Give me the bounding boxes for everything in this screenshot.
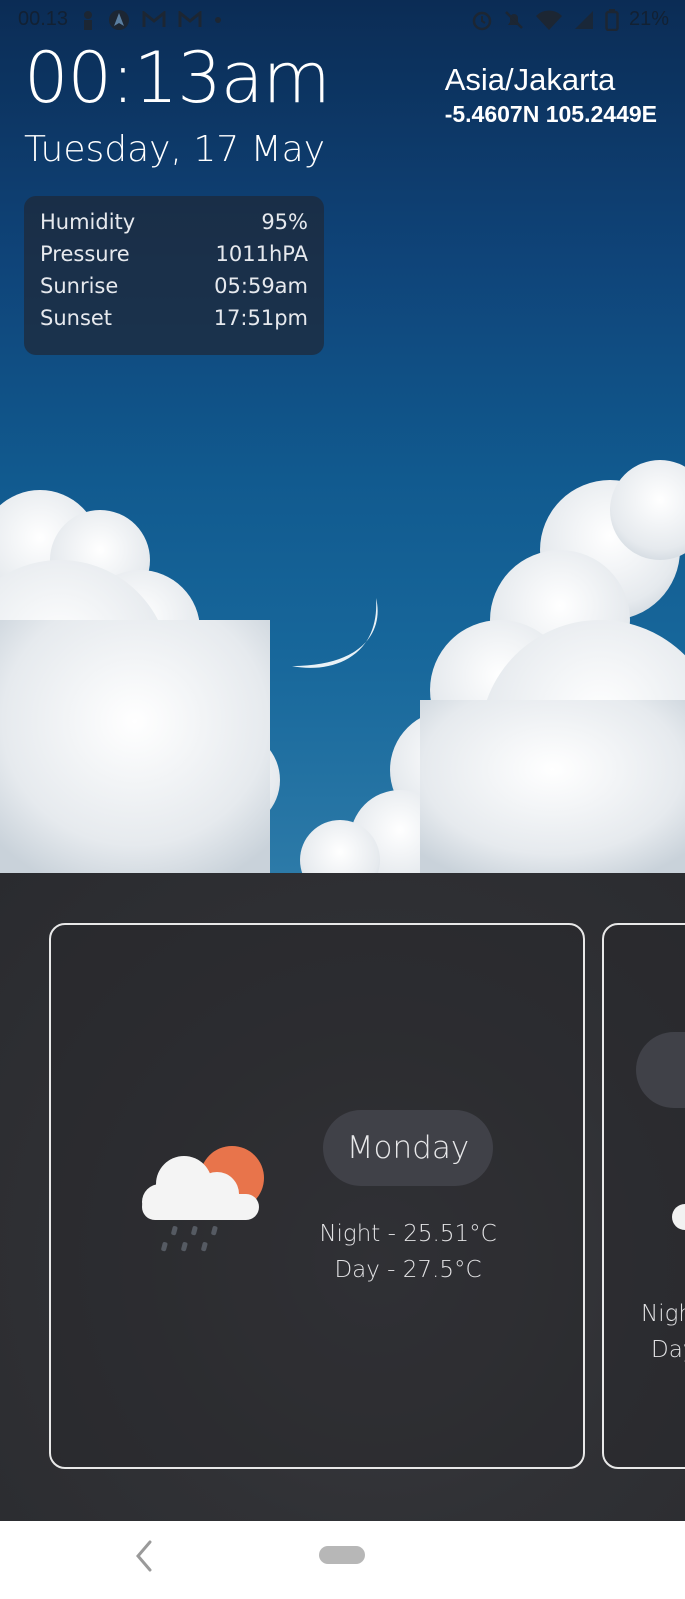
location-block: Asia/Jakarta -5.4607N 105.2449E	[445, 60, 657, 128]
detail-label: Pressure	[40, 242, 130, 266]
timezone-label: Asia/Jakarta	[444, 62, 616, 97]
detail-label: Sunrise	[40, 274, 119, 298]
wifi-icon	[535, 9, 562, 30]
next-night-temp: Nigh	[641, 1301, 685, 1327]
detail-value: 1011hPA	[215, 242, 308, 266]
navigation-icon	[109, 9, 130, 30]
weather-screen: 00.13 21% 00:13am Tuesday, 17 May Asia/J…	[0, 0, 685, 1599]
detail-label: Sunset	[40, 306, 113, 330]
detail-value: 05:59am	[214, 274, 308, 298]
current-date: Tuesday, 17 May	[24, 129, 326, 170]
clouds-image	[0, 460, 685, 873]
dot-icon	[215, 16, 222, 23]
forecast-card-monday[interactable]	[49, 923, 585, 1469]
next-day-temp: Day	[651, 1337, 685, 1363]
detail-label: Humidity	[40, 210, 136, 234]
detail-value: 17:51pm	[213, 306, 308, 330]
forecast-card-next[interactable]	[602, 923, 685, 1469]
detail-row-sunset: Sunset 17:51pm	[40, 306, 308, 330]
day-temp: Day - 27.5°C	[334, 1257, 482, 1283]
detail-row-humidity: Humidity 95%	[40, 210, 308, 234]
night-temp: Night - 25.51°C	[319, 1221, 497, 1247]
home-pill-icon[interactable]	[319, 1546, 365, 1564]
weather-details-box: Humidity 95% Pressure 1011hPA Sunrise 05…	[24, 196, 324, 355]
signal-icon	[574, 10, 593, 29]
coordinates-label: -5.4607N 105.2449E	[444, 101, 657, 127]
person-icon	[84, 10, 93, 30]
next-forecast-temps: Nigh Day	[641, 1296, 685, 1368]
mute-icon	[505, 10, 523, 29]
battery-icon	[605, 8, 619, 31]
back-icon[interactable]	[132, 1538, 156, 1574]
status-time: 00.13	[18, 8, 69, 30]
detail-row-sunrise: Sunrise 05:59am	[40, 274, 308, 298]
forecast-temps: Night - 25.51°C Day - 27.5°C	[300, 1216, 516, 1288]
detail-row-pressure: Pressure 1011hPA	[40, 242, 308, 266]
alarm-icon	[472, 11, 492, 30]
forecast-day-pill: Monday	[323, 1110, 493, 1186]
status-bar: 00.13 21%	[0, 0, 685, 38]
gmail-icon	[178, 10, 202, 27]
battery-percent: 21%	[628, 8, 669, 30]
current-time: 00:13am	[24, 37, 331, 119]
detail-value: 95%	[261, 210, 308, 234]
cloud-sun-rain-icon	[142, 1146, 264, 1252]
gmail-icon	[142, 10, 166, 27]
